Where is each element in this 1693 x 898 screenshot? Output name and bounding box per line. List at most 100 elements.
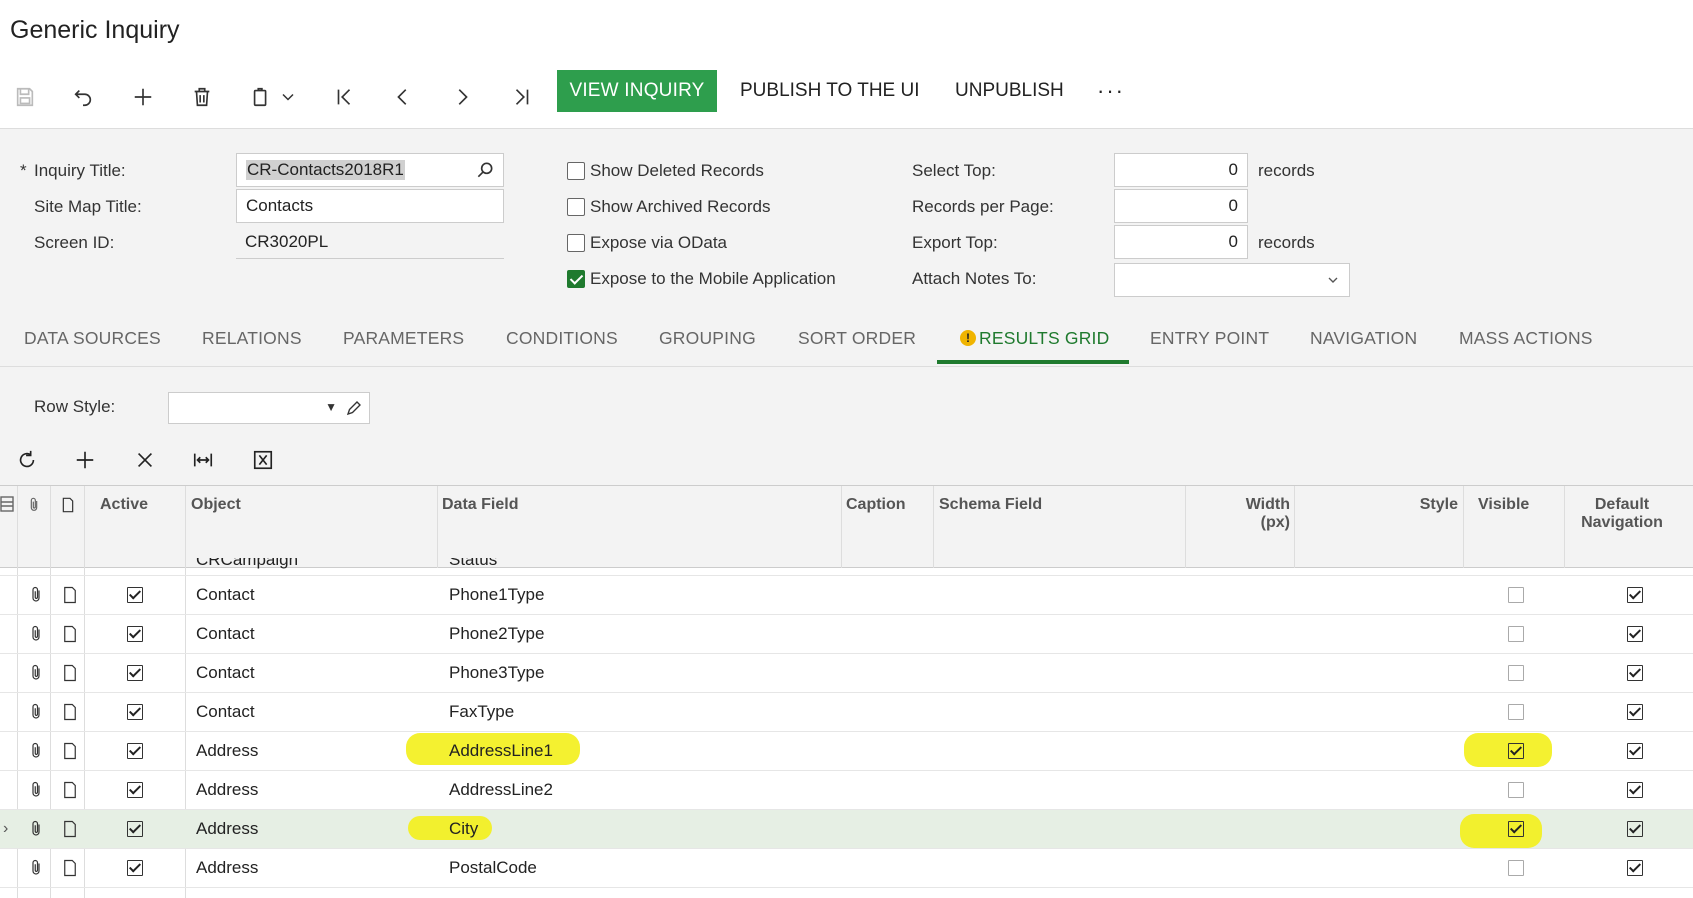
attachment-icon[interactable] [27, 703, 45, 721]
site-map-title-field[interactable]: Contacts [236, 189, 504, 223]
attachment-icon[interactable] [27, 586, 45, 604]
note-icon[interactable] [61, 664, 79, 682]
search-icon[interactable] [475, 160, 495, 185]
add-row-icon[interactable] [70, 445, 100, 475]
records-per-page-field[interactable]: 0 [1114, 189, 1248, 223]
note-icon[interactable] [61, 703, 79, 721]
col-style[interactable]: Style [1380, 496, 1458, 514]
row-selector-icon[interactable] [0, 496, 14, 517]
edit-icon[interactable] [345, 399, 363, 422]
view-inquiry-button[interactable]: VIEW INQUIRY [557, 70, 717, 112]
row-style-select[interactable]: ▼ [168, 392, 370, 424]
tab-mass-actions[interactable]: MASS ACTIONS [1459, 328, 1593, 349]
tab-parameters[interactable]: PARAMETERS [343, 328, 464, 349]
table-row[interactable]: Address AddressLine1 [0, 732, 1693, 771]
tab-navigation[interactable]: NAVIGATION [1310, 328, 1417, 349]
attach-notes-select[interactable] [1114, 263, 1350, 297]
active-checkbox[interactable] [127, 626, 143, 642]
tab-results-grid[interactable]: RESULTS GRID [979, 328, 1109, 349]
export-excel-icon[interactable] [248, 445, 278, 475]
select-top-field[interactable]: 0 [1114, 153, 1248, 187]
col-caption[interactable]: Caption [846, 496, 906, 514]
default-navigation-checkbox[interactable] [1627, 821, 1643, 837]
fit-columns-icon[interactable] [188, 445, 218, 475]
visible-checkbox[interactable] [1508, 626, 1524, 642]
note-icon[interactable] [61, 625, 79, 643]
table-row[interactable]: Contact Phone1Type [0, 576, 1693, 615]
add-icon[interactable] [126, 80, 160, 114]
expose-odata-checkbox[interactable] [567, 234, 585, 252]
active-checkbox[interactable] [127, 665, 143, 681]
col-default-navigation[interactable]: Default Navigation [1570, 496, 1674, 532]
delete-row-icon[interactable] [130, 445, 160, 475]
unpublish-button[interactable]: UNPUBLISH [955, 70, 1064, 112]
active-checkbox[interactable] [127, 587, 143, 603]
first-record-icon[interactable] [327, 80, 361, 114]
tab-grouping[interactable]: GROUPING [659, 328, 756, 349]
delete-icon[interactable] [185, 80, 219, 114]
more-actions-button[interactable]: ··· [1097, 70, 1125, 112]
tab-data-sources[interactable]: DATA SOURCES [24, 328, 161, 349]
next-record-icon[interactable] [445, 80, 479, 114]
table-row[interactable]: Address AddressLine2 [0, 771, 1693, 810]
note-icon[interactable] [61, 742, 79, 760]
attachment-icon[interactable] [27, 781, 45, 799]
publish-to-ui-button[interactable]: PUBLISH TO THE UI [740, 70, 920, 112]
save-icon[interactable] [8, 80, 42, 114]
active-checkbox[interactable] [127, 821, 143, 837]
show-deleted-checkbox[interactable] [567, 162, 585, 180]
col-data-field[interactable]: Data Field [442, 496, 518, 514]
show-archived-checkbox[interactable] [567, 198, 585, 216]
inquiry-title-field[interactable]: CR-Contacts2018R1 [236, 153, 504, 187]
visible-checkbox[interactable] [1508, 782, 1524, 798]
attachment-icon[interactable] [27, 859, 45, 877]
col-width[interactable]: Width (px) [1240, 496, 1290, 532]
export-top-field[interactable]: 0 [1114, 225, 1248, 259]
tab-sort-order[interactable]: SORT ORDER [798, 328, 916, 349]
tab-relations[interactable]: RELATIONS [202, 328, 302, 349]
default-navigation-checkbox[interactable] [1627, 665, 1643, 681]
table-row[interactable]: Contact Phone3Type [0, 654, 1693, 693]
undo-icon[interactable] [66, 80, 100, 114]
attachment-icon[interactable] [27, 820, 45, 838]
visible-checkbox[interactable] [1508, 821, 1524, 837]
active-checkbox[interactable] [127, 743, 143, 759]
note-icon[interactable] [61, 586, 79, 604]
table-row[interactable]: Address PostalCode [0, 849, 1693, 888]
tab-conditions[interactable]: CONDITIONS [506, 328, 618, 349]
refresh-icon[interactable] [12, 445, 42, 475]
table-row[interactable]: Contact FaxType [0, 693, 1693, 732]
note-icon[interactable] [61, 859, 79, 877]
col-object[interactable]: Object [191, 496, 241, 514]
note-icon[interactable] [61, 820, 79, 838]
table-row[interactable]: CRCampaign Status [0, 558, 1693, 576]
active-checkbox[interactable] [127, 704, 143, 720]
default-navigation-checkbox[interactable] [1627, 704, 1643, 720]
attachment-icon[interactable] [27, 625, 45, 643]
visible-checkbox[interactable] [1508, 743, 1524, 759]
tab-entry-point[interactable]: ENTRY POINT [1150, 328, 1269, 349]
default-navigation-checkbox[interactable] [1627, 626, 1643, 642]
clipboard-icon[interactable] [244, 80, 278, 114]
default-navigation-checkbox[interactable] [1627, 587, 1643, 603]
attachment-icon[interactable] [27, 742, 45, 760]
visible-checkbox[interactable] [1508, 860, 1524, 876]
col-active[interactable]: Active [100, 496, 148, 514]
visible-checkbox[interactable] [1508, 665, 1524, 681]
default-navigation-checkbox[interactable] [1627, 743, 1643, 759]
table-row[interactable]: Contact Phone2Type [0, 615, 1693, 654]
table-row-selected[interactable]: › Address City [0, 810, 1693, 849]
active-checkbox[interactable] [127, 782, 143, 798]
col-visible[interactable]: Visible [1478, 496, 1529, 514]
default-navigation-checkbox[interactable] [1627, 860, 1643, 876]
active-checkbox[interactable] [127, 860, 143, 876]
caret-down-icon[interactable]: ▼ [325, 400, 337, 414]
chevron-down-icon[interactable] [278, 80, 298, 114]
col-schema-field[interactable]: Schema Field [939, 496, 1042, 514]
visible-checkbox[interactable] [1508, 704, 1524, 720]
previous-record-icon[interactable] [386, 80, 420, 114]
last-record-icon[interactable] [505, 80, 539, 114]
expose-mobile-checkbox[interactable] [567, 270, 585, 288]
visible-checkbox[interactable] [1508, 587, 1524, 603]
attachment-icon[interactable] [27, 664, 45, 682]
